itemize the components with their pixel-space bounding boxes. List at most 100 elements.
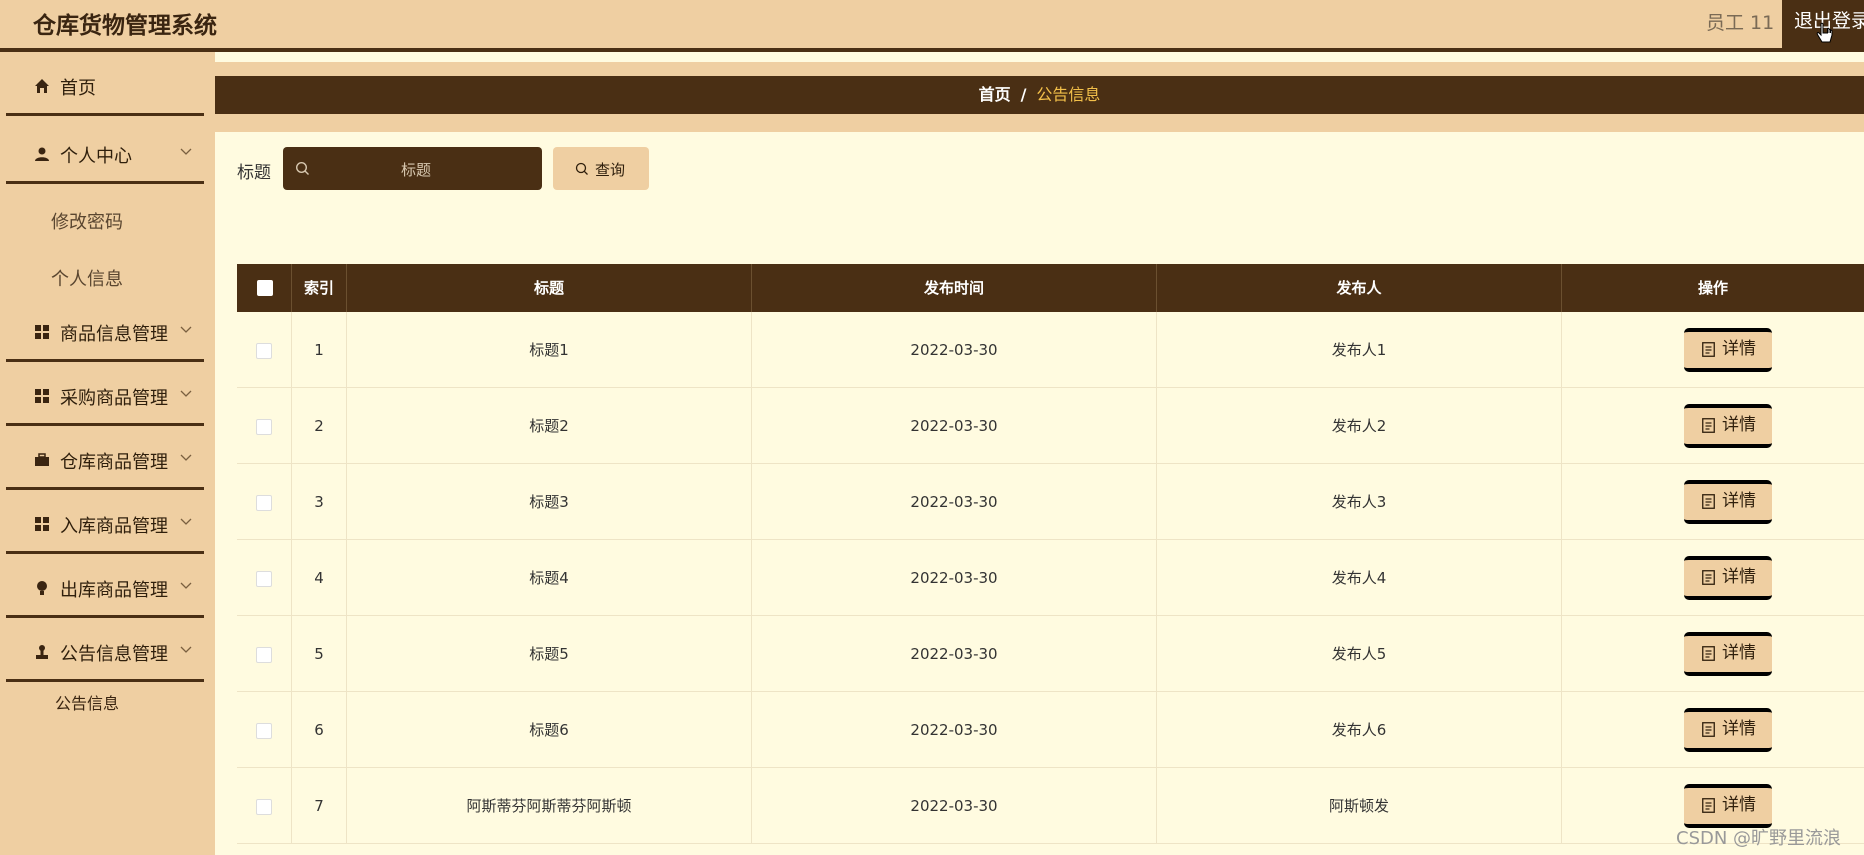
cell-time: 2022-03-30 — [752, 692, 1157, 768]
chevron-down-icon — [180, 518, 192, 525]
cell-publisher: 阿斯顿发 — [1157, 768, 1562, 844]
cell-checkbox — [237, 388, 292, 464]
grid-icon — [35, 517, 49, 531]
detail-button[interactable]: 详情 — [1684, 480, 1772, 524]
header-checkbox-cell — [237, 264, 292, 312]
cell-time: 2022-03-30 — [752, 464, 1157, 540]
sidebar-item-label: 仓库商品管理 — [60, 452, 168, 473]
cell-publisher: 发布人1 — [1157, 312, 1562, 388]
cell-time: 2022-03-30 — [752, 388, 1157, 464]
search-field[interactable] — [283, 147, 542, 190]
cell-checkbox — [237, 768, 292, 844]
chevron-down-icon — [180, 326, 192, 333]
detail-button-label: 详情 — [1722, 643, 1756, 663]
sidebar-item-notice-management[interactable]: 公告信息管理 — [6, 622, 204, 682]
detail-button-label: 详情 — [1722, 415, 1756, 435]
detail-button-label: 详情 — [1722, 719, 1756, 739]
cell-index: 7 — [292, 768, 347, 844]
cell-title: 标题1 — [347, 312, 752, 388]
cell-checkbox — [237, 464, 292, 540]
row-checkbox[interactable] — [256, 647, 272, 663]
cell-title: 标题5 — [347, 616, 752, 692]
cell-index: 2 — [292, 388, 347, 464]
sidebar-item-warehouse[interactable]: 仓库商品管理 — [6, 430, 204, 490]
detail-button[interactable]: 详情 — [1684, 708, 1772, 752]
chevron-down-icon — [180, 582, 192, 589]
sidebar-item-personal-center[interactable]: 个人中心 — [6, 124, 204, 184]
sidebar-subitem-personal-info[interactable]: 个人信息 — [51, 265, 123, 291]
document-icon — [1702, 494, 1715, 509]
cell-checkbox — [237, 616, 292, 692]
detail-button-label: 详情 — [1722, 795, 1756, 815]
watermark: CSDN @旷野里流浪 — [1676, 828, 1842, 849]
query-button[interactable]: 查询 — [553, 147, 649, 190]
row-checkbox[interactable] — [256, 343, 272, 359]
cell-publisher: 发布人5 — [1157, 616, 1562, 692]
sidebar-subitem-change-password[interactable]: 修改密码 — [51, 208, 123, 234]
search-icon — [575, 162, 588, 175]
cell-index: 5 — [292, 616, 347, 692]
chevron-down-icon — [180, 454, 192, 461]
detail-button[interactable]: 详情 — [1684, 784, 1772, 828]
query-button-label: 查询 — [595, 161, 626, 179]
table-row: 1 标题1 2022-03-30 发布人1 详情 — [237, 312, 1864, 388]
document-icon — [1702, 570, 1715, 585]
detail-button[interactable]: 详情 — [1684, 632, 1772, 676]
sidebar-item-product-info[interactable]: 商品信息管理 — [6, 302, 204, 362]
detail-button-label: 详情 — [1722, 567, 1756, 587]
row-checkbox[interactable] — [256, 571, 272, 587]
table-row: 2 标题2 2022-03-30 发布人2 详情 — [237, 388, 1864, 464]
sidebar-item-purchase[interactable]: 采购商品管理 — [6, 366, 204, 426]
document-icon — [1702, 418, 1715, 433]
detail-button-label: 详情 — [1722, 491, 1756, 511]
detail-button[interactable]: 详情 — [1684, 404, 1772, 448]
column-header-index: 索引 — [292, 264, 347, 312]
stamp-icon — [36, 645, 48, 659]
search-icon — [295, 161, 309, 175]
sidebar-item-label: 首页 — [60, 78, 96, 99]
cell-title: 标题4 — [347, 540, 752, 616]
cell-checkbox — [237, 692, 292, 768]
sidebar-item-stock-in[interactable]: 入库商品管理 — [6, 494, 204, 554]
cell-publisher: 发布人3 — [1157, 464, 1562, 540]
cell-title: 阿斯蒂芬阿斯蒂芬阿斯顿 — [347, 768, 752, 844]
row-checkbox[interactable] — [256, 799, 272, 815]
cell-title: 标题3 — [347, 464, 752, 540]
cell-index: 1 — [292, 312, 347, 388]
grid-icon — [35, 389, 49, 403]
sidebar-item-stock-out[interactable]: 出库商品管理 — [6, 558, 204, 618]
sidebar-item-label: 采购商品管理 — [60, 388, 168, 409]
cell-publisher: 发布人4 — [1157, 540, 1562, 616]
cell-title: 标题2 — [347, 388, 752, 464]
cell-time: 2022-03-30 — [752, 768, 1157, 844]
detail-button[interactable]: 详情 — [1684, 556, 1772, 600]
breadcrumb-current: 公告信息 — [1036, 85, 1101, 104]
table-row: 6 标题6 2022-03-30 发布人6 详情 — [237, 692, 1864, 768]
cell-index: 3 — [292, 464, 347, 540]
select-all-checkbox[interactable] — [257, 280, 273, 296]
breadcrumb-home[interactable]: 首页 — [979, 85, 1011, 104]
current-user: 员工 11 — [1706, 12, 1775, 34]
hand-cursor-icon — [1816, 22, 1833, 43]
app-title: 仓库货物管理系统 — [33, 13, 217, 39]
user-icon — [35, 147, 49, 161]
search-input[interactable] — [319, 155, 513, 184]
row-checkbox[interactable] — [256, 419, 272, 435]
cell-time: 2022-03-30 — [752, 616, 1157, 692]
column-header-time: 发布时间 — [752, 264, 1157, 312]
sidebar-item-label: 入库商品管理 — [60, 516, 168, 537]
cell-checkbox — [237, 540, 292, 616]
chevron-down-icon — [180, 148, 192, 155]
detail-button[interactable]: 详情 — [1684, 328, 1772, 372]
cell-index: 6 — [292, 692, 347, 768]
sidebar-item-home[interactable]: 首页 — [6, 56, 204, 116]
column-header-actions: 操作 — [1697, 279, 1728, 297]
sidebar-subitem-notice-info[interactable]: 公告信息 — [55, 690, 119, 714]
sidebar-item-label: 个人中心 — [60, 146, 132, 167]
column-header-publisher: 发布人 — [1157, 264, 1562, 312]
row-checkbox[interactable] — [256, 723, 272, 739]
breadcrumb-separator: / — [1020, 85, 1027, 104]
row-checkbox[interactable] — [256, 495, 272, 511]
document-icon — [1702, 798, 1715, 813]
bulb-icon — [37, 581, 47, 595]
